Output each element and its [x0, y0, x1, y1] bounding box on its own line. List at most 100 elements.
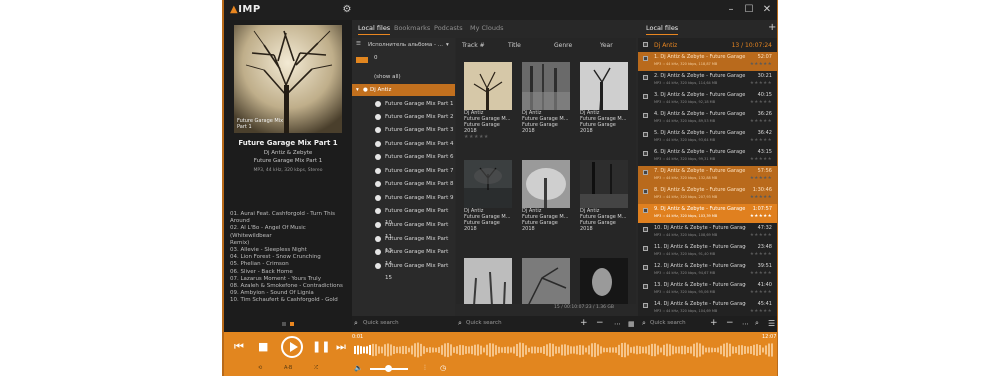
play-button[interactable]	[281, 336, 303, 358]
tree-album[interactable]: Future Garage Mix Part 4	[352, 138, 455, 150]
playlist-row[interactable]: 9. Dj Antiz & Zebyte - Future Garage ...…	[638, 204, 777, 223]
rating-stars[interactable]: ★★★★★	[750, 138, 772, 144]
column-title[interactable]: Title	[508, 42, 521, 49]
playlist-row[interactable]: 3. Dj Antiz & Zebyte - Future Garage ...…	[638, 90, 777, 109]
album-tile[interactable]: Dj Antiz Future Garage M... Future Garag…	[464, 62, 514, 140]
grid-search-input[interactable]: Quick search	[466, 320, 502, 326]
playlist-row[interactable]: 1. Dj Antiz & Zebyte - Future Garage ...…	[638, 52, 777, 71]
row-checkbox[interactable]	[643, 113, 648, 118]
collapse-icon[interactable]: ▾	[356, 84, 359, 96]
next-track-icon[interactable]: ⏭	[336, 340, 346, 354]
tree-album[interactable]: Future Garage Mix Part 8	[352, 178, 455, 190]
rating-stars[interactable]: ★★★★★	[750, 214, 772, 220]
tree-header[interactable]: ☰ Исполнитель альбома - ... ▾	[352, 38, 455, 52]
tree-album[interactable]: Future Garage Mix Part 3	[352, 124, 455, 136]
hamburger-icon[interactable]: ☰	[768, 319, 775, 328]
rating-stars[interactable]: ★★★★★	[464, 134, 514, 140]
tree-album[interactable]: Future Garage Mix Part 13	[352, 233, 455, 254]
tree-album[interactable]: Future Garage Mix Part 2	[352, 111, 455, 123]
tree-album[interactable]: Future Garage Mix Part 7	[352, 165, 455, 177]
rating-stars[interactable]: ★★★★★	[750, 252, 772, 258]
row-checkbox[interactable]	[643, 189, 648, 194]
add-icon[interactable]: +	[710, 318, 718, 328]
row-checkbox[interactable]	[643, 246, 648, 251]
row-checkbox[interactable]	[643, 265, 648, 270]
waveform-seekbar[interactable]	[354, 340, 774, 360]
playlist-row[interactable]: 6. Dj Antiz & Zebyte - Future Garage ...…	[638, 147, 777, 166]
app-logo[interactable]: ▲IMP	[230, 4, 261, 15]
tab-my-clouds[interactable]: My Clouds	[470, 24, 503, 32]
previous-track-icon[interactable]: ⏮	[234, 340, 244, 354]
tree-album[interactable]: Future Garage Mix Part 6	[352, 151, 455, 163]
tree-album[interactable]: Future Garage Mix Part 1	[352, 98, 455, 110]
rating-stars[interactable]: ★★★★★	[750, 290, 772, 296]
volume-knob[interactable]	[385, 365, 392, 372]
chevron-down-icon[interactable]: ▾	[446, 42, 449, 48]
playlist-row[interactable]: 8. Dj Antiz & Zebyte - Future Garage ...…	[638, 185, 777, 204]
grid-view-icon[interactable]: ▦	[628, 320, 635, 328]
album-tile[interactable]: Dj Antiz Future Garage M... Future Garag…	[522, 160, 572, 232]
tab-podcasts[interactable]: Podcasts	[434, 24, 463, 32]
maximize-button[interactable]: ☐	[742, 3, 756, 17]
rating-stars[interactable]: ★★★★★	[750, 81, 772, 87]
playlist-row[interactable]: 7. Dj Antiz & Zebyte - Future Garage ...…	[638, 166, 777, 185]
remove-icon[interactable]: −	[726, 318, 734, 328]
playlist-group-header[interactable]: Dj Antiz 13 / 10:07:24	[638, 38, 777, 52]
album-tile[interactable]	[522, 258, 572, 304]
rating-stars[interactable]: ★★★★★	[750, 119, 772, 125]
search-icon[interactable]: ⌕	[354, 319, 358, 328]
album-tile[interactable]	[464, 258, 514, 304]
tree-album[interactable]: Future Garage Mix Part 14	[352, 246, 455, 267]
playlist-row[interactable]: 10. Dj Antiz & Zebyte - Future Garage ..…	[638, 223, 777, 242]
group-checkbox[interactable]	[643, 42, 648, 47]
volume-icon[interactable]: 🔈	[354, 364, 363, 372]
filter-star-icon[interactable]	[356, 57, 368, 63]
row-checkbox[interactable]	[643, 303, 648, 308]
album-tile[interactable]: Dj Antiz Future Garage M... Future Garag…	[522, 62, 572, 134]
rating-stars[interactable]: ★★★★★	[750, 100, 772, 106]
shuffle-icon[interactable]: ⤮	[314, 365, 318, 371]
rating-stars[interactable]: ★★★★★	[750, 271, 772, 277]
row-checkbox[interactable]	[643, 132, 648, 137]
row-checkbox[interactable]	[643, 227, 648, 232]
search-icon[interactable]: ⌕	[642, 319, 646, 328]
clock-icon[interactable]: ◷	[440, 364, 446, 372]
playlist-row[interactable]: 11. Dj Antiz & Zebyte - Future Garage ..…	[638, 242, 777, 261]
playlist-search-input[interactable]: Quick search	[650, 320, 686, 326]
tree-album[interactable]: Future Garage Mix Part 10	[352, 205, 455, 226]
rating-stars[interactable]: ★★★★★	[750, 233, 772, 239]
equalizer-icon[interactable]: ⫶	[424, 364, 426, 373]
pause-icon[interactable]: ❚❚	[312, 340, 330, 353]
ab-repeat-label[interactable]: A-B	[284, 365, 292, 371]
close-button[interactable]: ✕	[760, 3, 774, 17]
row-checkbox[interactable]	[643, 208, 648, 213]
menu-dots-icon[interactable]: ⋯	[742, 320, 749, 328]
minimize-button[interactable]: –	[724, 3, 738, 17]
tree-album[interactable]: Future Garage Mix Part 11	[352, 219, 455, 240]
tree-search-input[interactable]: Quick search	[363, 320, 399, 326]
playlist-row[interactable]: 13. Dj Antiz & Zebyte - Future Garage ..…	[638, 280, 777, 299]
tab-playlist-local-files[interactable]: Local files	[646, 24, 679, 35]
row-checkbox[interactable]	[643, 170, 648, 175]
row-checkbox[interactable]	[643, 151, 648, 156]
settings-icon[interactable]: ⚙	[340, 3, 354, 17]
column-track-number[interactable]: Track #	[462, 42, 485, 49]
tree-album[interactable]: Future Garage Mix Part 15	[352, 260, 455, 281]
column-year[interactable]: Year	[600, 42, 613, 49]
row-checkbox[interactable]	[643, 56, 648, 61]
playlist-row[interactable]: 12. Dj Antiz & Zebyte - Future Garage ..…	[638, 261, 777, 280]
album-tile[interactable]: Dj Antiz Future Garage M... Future Garag…	[580, 62, 630, 134]
row-checkbox[interactable]	[643, 94, 648, 99]
rating-stars[interactable]: ★★★★★	[750, 195, 772, 201]
rating-stars[interactable]: ★★★★★	[750, 309, 772, 315]
album-tile[interactable]	[580, 258, 630, 304]
playlist-row[interactable]: 2. Dj Antiz & Zebyte - Future Garage ...…	[638, 71, 777, 90]
menu-dots-icon[interactable]: ⋯	[614, 320, 621, 328]
remove-icon[interactable]: −	[596, 318, 604, 328]
playlist-row[interactable]: 5. Dj Antiz & Zebyte - Future Garage ...…	[638, 128, 777, 147]
page-dot-active[interactable]	[290, 322, 294, 326]
page-dot[interactable]	[282, 322, 286, 326]
tree-artist-dj-antiz[interactable]: ▾ ● Dj Antiz	[352, 84, 455, 96]
search-icon[interactable]: ⌕	[458, 319, 462, 328]
rating-stars[interactable]: ★★★★★	[750, 176, 772, 182]
